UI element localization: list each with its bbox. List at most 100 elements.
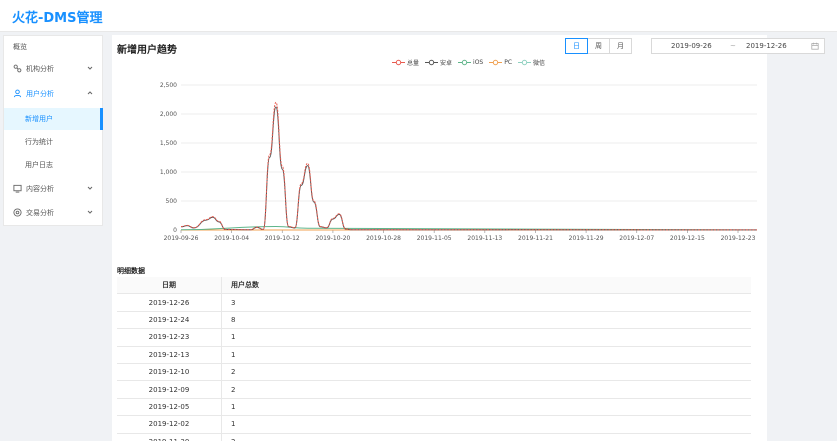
legend-label: iOS [473, 58, 484, 66]
sidebar-item-label: 内容分析 [26, 185, 54, 193]
table-row: 2019-11-30 2 [117, 433, 751, 441]
x-tick-label: 2019-12-15 [670, 235, 705, 242]
chart-legend: 总量 安卓 iOS PC 微信 [392, 57, 551, 67]
sidebar-item-overview[interactable]: 概览 [4, 36, 103, 58]
table-row: 2019-12-02 1 [117, 416, 751, 434]
range-start-date[interactable]: 2019-09-26 [671, 42, 712, 50]
cell-date: 2019-11-30 [117, 433, 222, 441]
cell-date: 2019-12-23 [117, 329, 222, 346]
cell-user-total: 1 [231, 420, 236, 429]
legend-marker [489, 59, 503, 65]
column-header-date[interactable]: 日期 [117, 277, 222, 294]
x-tick-label: 2019-10-12 [265, 235, 300, 242]
y-tick-label: 0 [173, 227, 177, 234]
cell-user-total: 1 [231, 333, 236, 342]
series-line-0 [180, 101, 758, 231]
sidebar-item-content-analysis[interactable]: 内容分析 [4, 178, 103, 200]
date-range-picker[interactable]: 2019-09-26 ~ 2019-12-26 [651, 38, 825, 54]
table-header-row: 日期 用户总数 [117, 277, 751, 295]
y-tick-label: 1,000 [160, 169, 177, 176]
table-row: 2019-12-10 2 [117, 363, 751, 382]
y-tick-label: 2,500 [160, 82, 177, 89]
sidebar-item-org-analysis[interactable]: 机构分析 [4, 58, 103, 80]
legend-item-ios[interactable]: iOS [458, 57, 483, 67]
cell-date: 2019-12-02 [117, 416, 222, 433]
sidebar-item-user-analysis[interactable]: 用户分析 [4, 83, 103, 105]
cell-date: 2019-12-13 [117, 346, 222, 363]
cell-user-total: 2 [231, 368, 236, 377]
period-day-button[interactable]: 日 [565, 38, 588, 54]
sidebar-item-label: 概览 [13, 43, 27, 51]
x-tick-label: 2019-11-29 [569, 235, 604, 242]
legend-marker [458, 59, 472, 65]
page-title: 新增用户趋势 [117, 45, 177, 56]
period-switch: 日 周 月 [565, 38, 632, 54]
legend-item-wechat[interactable]: 微信 [518, 57, 545, 67]
sidebar-item-label: 机构分析 [26, 65, 54, 73]
new-users-line-chart: 0 500 1,000 1,500 2,000 2,500 2019-09-26 2019-1… [160, 82, 758, 242]
legend-label: 微信 [533, 59, 546, 67]
x-tick-label: 2019-11-05 [417, 235, 452, 242]
table-row: 2019-12-23 1 [117, 329, 751, 347]
cell-date: 2019-12-05 [117, 398, 222, 416]
table-row: 2019-12-05 1 [117, 398, 751, 417]
column-header-user-total[interactable]: 用户总数 [231, 277, 259, 293]
range-end-date[interactable]: 2019-12-26 [746, 42, 787, 50]
sidebar-subitem-label: 行为统计 [25, 138, 53, 146]
sidebar-subitem-behavior-stats[interactable]: 行为统计 [4, 131, 103, 153]
x-tick-label: 2019-11-21 [518, 235, 553, 242]
x-tick-label: 2019-10-04 [214, 235, 249, 242]
chevron-down-icon [87, 66, 93, 70]
cell-user-total: 2 [231, 434, 235, 441]
period-week-button[interactable]: 周 [587, 38, 610, 54]
sidebar-item-trade-analysis[interactable]: 交易分析 [4, 202, 103, 224]
range-separator: ~ [730, 42, 736, 50]
cell-date: 2019-12-09 [117, 381, 222, 398]
table-row: 2019-12-13 1 [117, 346, 751, 364]
legend-marker [392, 59, 405, 65]
legend-item-total[interactable]: 总量 [392, 57, 419, 67]
legend-item-android[interactable]: 安卓 [425, 57, 452, 67]
sidebar-subitem-user-log[interactable]: 用户日志 [4, 154, 103, 176]
chevron-up-icon [87, 91, 93, 95]
period-month-button[interactable]: 月 [609, 38, 632, 54]
x-tick-label: 2019-10-28 [366, 235, 401, 242]
legend-item-pc[interactable]: PC [489, 57, 512, 67]
chevron-down-icon [87, 186, 93, 190]
cell-date: 2019-12-10 [117, 363, 222, 381]
sidebar-item-label: 用户分析 [26, 90, 54, 98]
table-row: 2019-12-26 3 [117, 294, 751, 312]
sidebar: 概览 机构分析 用户分析 新增用户 行为统计 用户日志 内容分析 交易分析 [3, 35, 103, 226]
y-tick-label: 2,000 [160, 111, 177, 118]
sidebar-subitem-new-users[interactable]: 新增用户 [4, 108, 103, 130]
chevron-down-icon [87, 210, 93, 214]
cell-user-total: 3 [231, 298, 236, 307]
x-tick-label: 2019-12-23 [721, 235, 756, 242]
legend-label: 安卓 [440, 59, 453, 67]
detail-title: 明细数据 [117, 267, 145, 275]
user-icon [13, 89, 22, 98]
sidebar-subitem-label: 新增用户 [25, 115, 53, 123]
app-title[interactable]: 火花-DMS管理 [12, 7, 103, 26]
x-tick-label: 2019-10-20 [315, 235, 350, 242]
cell-user-total: 1 [231, 350, 236, 359]
y-tick-label: 500 [166, 198, 178, 205]
x-tick-label: 2019-09-26 [164, 235, 199, 242]
app-header: 火花-DMS管理 [0, 0, 837, 32]
cell-user-total: 1 [231, 402, 236, 411]
cell-date: 2019-12-24 [117, 311, 222, 329]
legend-marker [518, 59, 532, 65]
content-icon [13, 184, 22, 193]
legend-label: 总量 [407, 59, 420, 67]
detail-table: 日期 用户总数 2019-12-26 3 2019-12-24 8 2019-1… [117, 277, 751, 441]
calendar-icon [811, 42, 819, 50]
x-tick-label: 2019-11-13 [467, 235, 502, 242]
y-tick-label: 1,500 [160, 140, 177, 147]
cell-date: 2019-12-26 [117, 294, 222, 311]
sidebar-subitem-label: 用户日志 [25, 161, 53, 169]
table-row: 2019-12-24 8 [117, 311, 751, 330]
x-tick-label: 2019-12-07 [619, 235, 654, 242]
sidebar-item-label: 交易分析 [26, 209, 54, 217]
cell-user-total: 2 [231, 385, 236, 394]
legend-marker [425, 59, 439, 65]
